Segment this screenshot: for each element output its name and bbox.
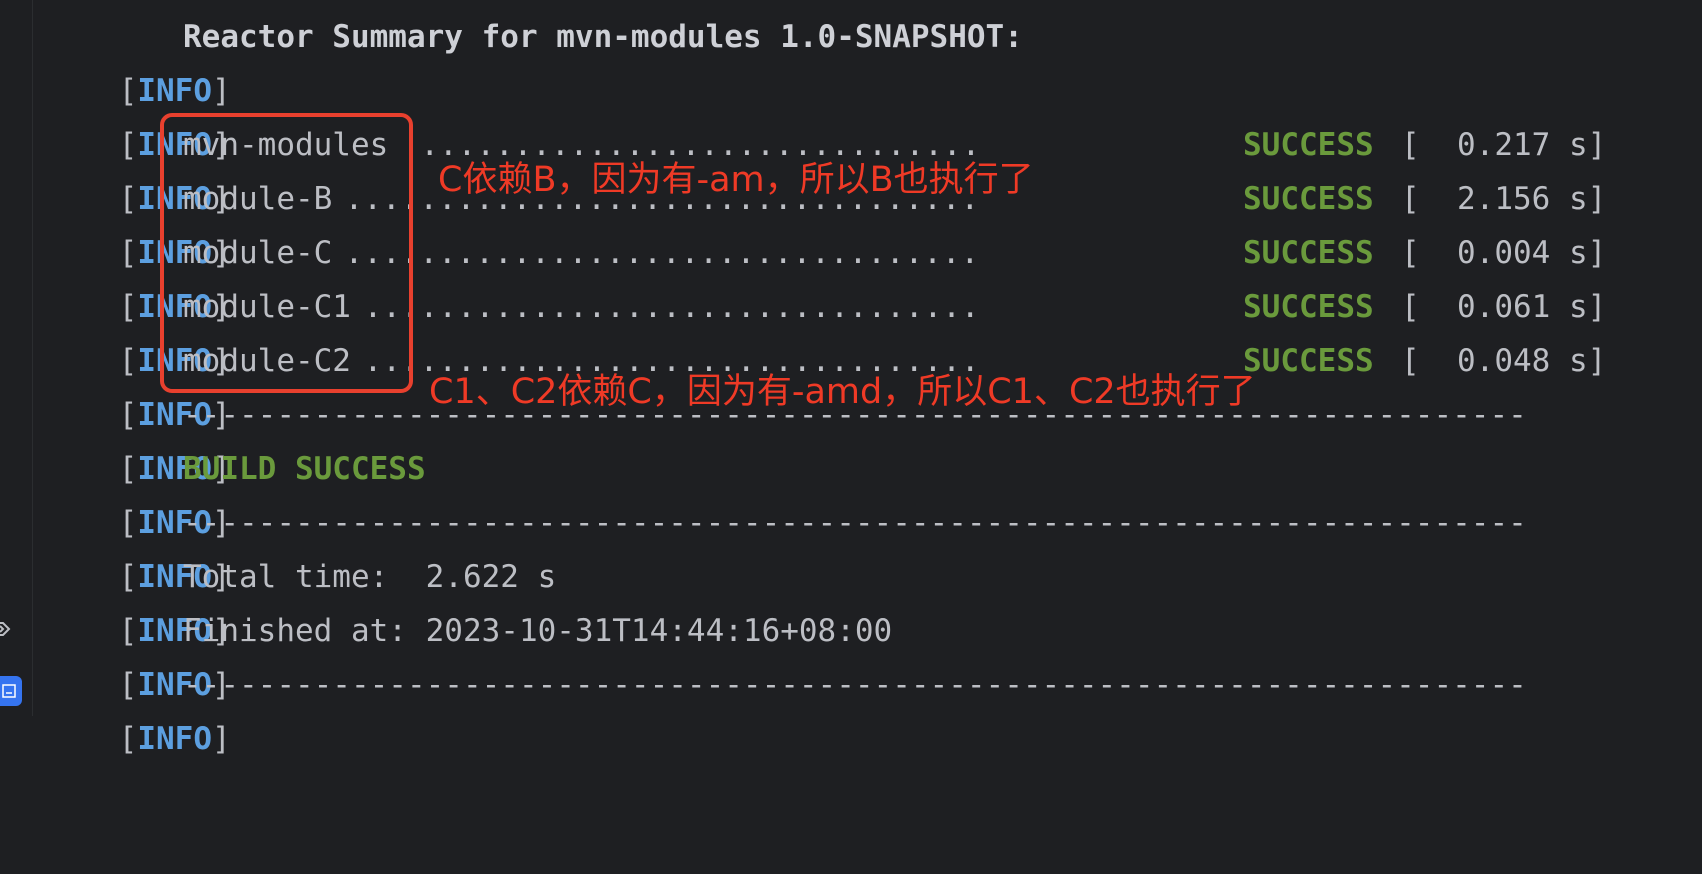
log-line: [INFO] ---------------------------------…	[44, 388, 1527, 487]
separator-line: ----------------------------------------…	[183, 667, 1527, 703]
annotation-dependency-b: C依赖B，因为有-am，所以B也执行了	[438, 160, 1034, 200]
terminal-icon[interactable]	[0, 676, 22, 706]
log-line: [INFO] Total time: 2.622 s	[44, 550, 557, 649]
log-line: [INFO] Finished at: 2023-10-31T14:44:16+…	[44, 604, 893, 703]
dot-leader: ..................................	[326, 235, 980, 271]
status-success: SUCCESS	[1243, 235, 1374, 271]
reactor-summary-title: Reactor Summary for mvn-modules 1.0-SNAP…	[183, 19, 1023, 55]
total-time: Total time: 2.622 s	[183, 559, 557, 595]
elapsed-time: [ 0.061 s]	[1401, 289, 1607, 325]
status-success: SUCCESS	[1243, 343, 1374, 379]
dot-leader: .................................	[345, 289, 980, 325]
info-tag: INFO	[137, 721, 212, 757]
status-success: SUCCESS	[1243, 127, 1374, 163]
execute-icon[interactable]	[0, 617, 15, 641]
module-highlight-box	[160, 113, 413, 393]
log-line: [INFO] ---------------------------------…	[44, 658, 1527, 757]
elapsed-time: [ 0.048 s]	[1401, 343, 1607, 379]
separator-line: ----------------------------------------…	[183, 505, 1527, 541]
log-line: [INFO] ---------------------------------…	[44, 496, 1527, 595]
tool-gutter	[0, 0, 33, 716]
elapsed-time: [ 0.004 s]	[1401, 235, 1607, 271]
status-success: SUCCESS	[1243, 289, 1374, 325]
log-line: [INFO] BUILD SUCCESS	[44, 442, 426, 541]
build-result: BUILD SUCCESS	[183, 451, 426, 487]
bracket: ]	[211, 721, 231, 757]
elapsed-time: [ 2.156 s]	[1401, 181, 1607, 217]
bracket: [	[118, 721, 138, 757]
elapsed-time: [ 0.217 s]	[1401, 127, 1607, 163]
finished-at: Finished at: 2023-10-31T14:44:16+08:00	[183, 613, 893, 649]
log-line: [INFO]	[44, 64, 231, 163]
annotation-dependents-c: C1、C2依赖C，因为有-amd，所以C1、C2也执行了	[429, 372, 1256, 412]
log-line: [INFO] Reactor Summary for mvn-modules 1…	[44, 10, 1023, 109]
status-success: SUCCESS	[1243, 181, 1374, 217]
